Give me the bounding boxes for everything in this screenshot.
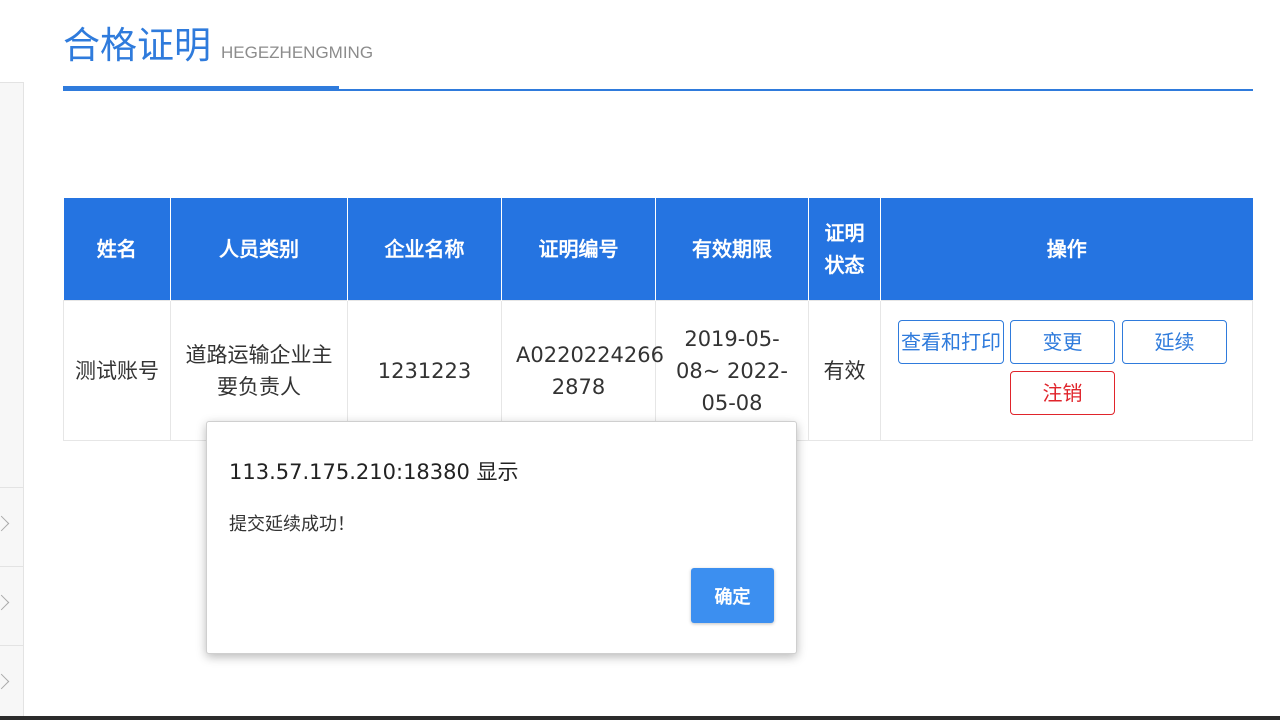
bottom-border [0, 716, 1280, 720]
page-subtitle: HEGEZHENGMING [221, 43, 374, 62]
ok-button[interactable]: 确定 [691, 568, 774, 623]
cell-category: 道路运输企业主要负责人 [170, 300, 348, 441]
sidebar-item[interactable] [0, 487, 23, 566]
sidebar-item[interactable] [0, 566, 23, 645]
header-company: 企业名称 [347, 198, 502, 301]
header-validity: 有效期限 [655, 198, 809, 301]
page-header: 合格证明 HEGEZHENGMING [63, 16, 373, 90]
page: 合格证明 HEGEZHENGMING 姓名 人员类别 企业名称 证明编号 有效期… [0, 0, 1280, 720]
cell-actions: 查看和打印 变更 延续 注销 [880, 300, 1253, 441]
header-cert-no: 证明编号 [501, 198, 656, 301]
header-category: 人员类别 [170, 198, 348, 301]
table-row: 测试账号 道路运输企业主要负责人 1231223 A0220224266 287… [63, 300, 1253, 441]
certificate-table: 姓名 人员类别 企业名称 证明编号 有效期限 证明 状态 操作 测试账号 道路运… [63, 198, 1253, 441]
chevron-right-icon [0, 515, 10, 532]
renew-button[interactable]: 延续 [1122, 320, 1227, 364]
alert-dialog: 113.57.175.210:18380 显示 提交延续成功！ 确定 [206, 421, 797, 654]
cell-status: 有效 [808, 300, 881, 441]
header-status: 证明 状态 [808, 198, 881, 301]
table-header-row: 姓名 人员类别 企业名称 证明编号 有效期限 证明 状态 操作 [63, 198, 1253, 301]
cell-cert-no: A0220224266 2878 [501, 300, 664, 441]
view-print-button[interactable]: 查看和打印 [898, 320, 1004, 364]
chevron-right-icon [0, 594, 10, 611]
change-button[interactable]: 变更 [1010, 320, 1115, 364]
chevron-right-icon [0, 673, 10, 690]
page-title: 合格证明 [63, 24, 211, 67]
header-name: 姓名 [63, 198, 171, 301]
left-sidebar [0, 82, 24, 720]
sidebar-item[interactable] [0, 645, 23, 720]
cell-name: 测试账号 [63, 300, 171, 441]
actions-group: 查看和打印 变更 延续 注销 [881, 301, 1252, 440]
header-actions: 操作 [880, 198, 1253, 301]
dialog-message: 提交延续成功！ [229, 514, 355, 535]
title-underline [63, 86, 339, 90]
cell-validity: 2019-05-08~ 2022-05-08 [655, 300, 809, 441]
dialog-origin: 113.57.175.210:18380 显示 [229, 460, 519, 484]
cancel-button[interactable]: 注销 [1010, 371, 1115, 415]
cell-company: 1231223 [347, 300, 502, 441]
